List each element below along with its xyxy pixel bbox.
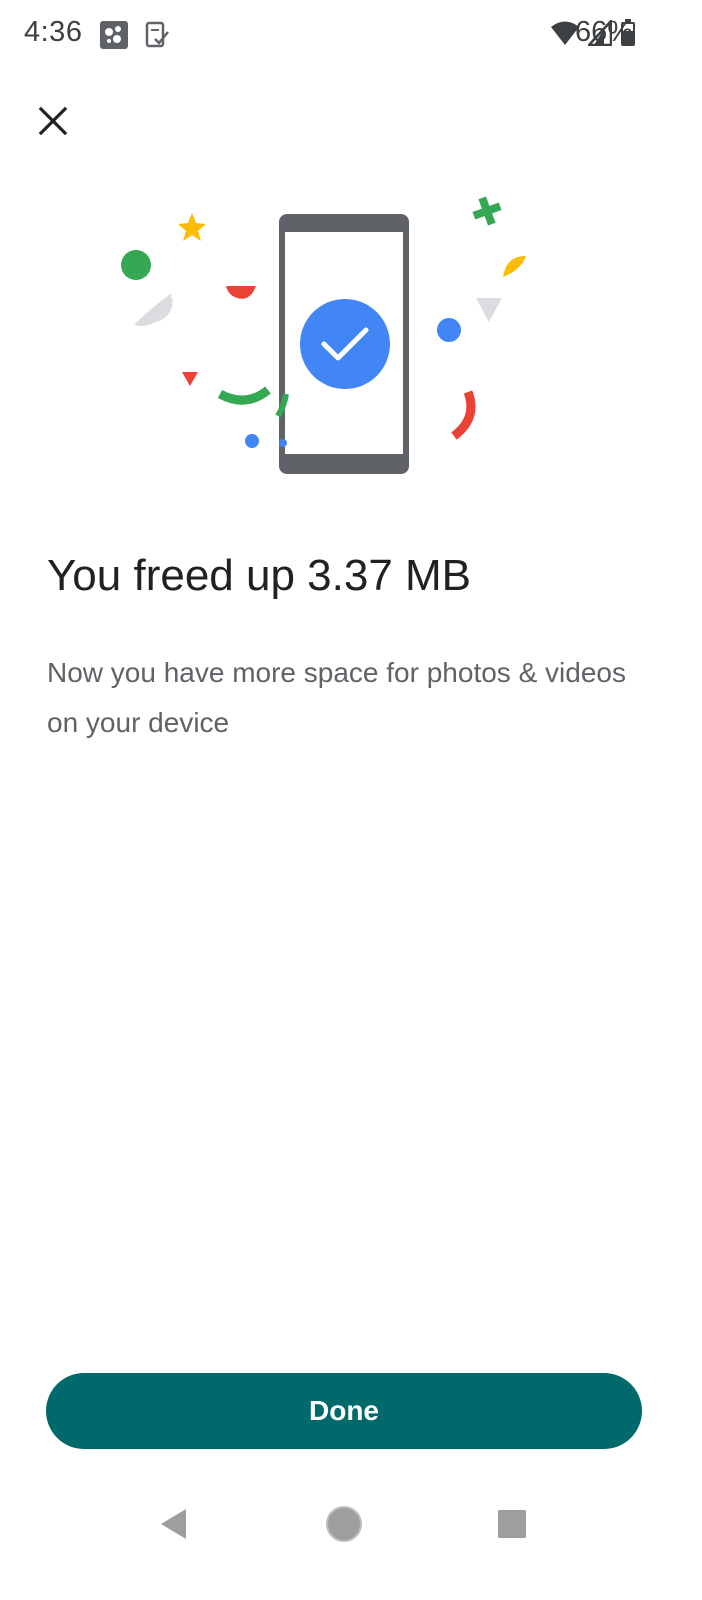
nav-recents-button[interactable]	[484, 1498, 540, 1554]
page-description: Now you have more space for photos & vid…	[47, 657, 626, 738]
game-notification-icon	[99, 20, 129, 50]
confetti-blue-small-dot	[245, 434, 259, 448]
confetti-gray-triangle	[476, 298, 502, 322]
confetti-green-arc	[217, 386, 271, 405]
close-icon[interactable]	[38, 106, 68, 141]
confetti-green-dot	[121, 250, 151, 280]
confetti-yellow-half	[503, 256, 526, 277]
confetti-red-triangle	[182, 372, 198, 386]
system-nav-bar	[0, 1480, 702, 1570]
check-circle-icon	[300, 299, 390, 389]
status-bar: 4:36 66%	[0, 0, 702, 70]
success-illustration	[100, 180, 560, 490]
confetti-red-arc	[451, 390, 476, 440]
confetti-red-half	[226, 286, 256, 299]
task-notification-icon	[142, 20, 172, 50]
home-icon[interactable]	[325, 1505, 363, 1548]
phone-check-confetti-illustration	[121, 196, 526, 474]
back-icon[interactable]	[158, 1507, 190, 1546]
page-title: You freed up 3.37 MB	[47, 551, 472, 600]
close-button[interactable]	[28, 98, 78, 148]
nav-back-button[interactable]	[146, 1498, 202, 1554]
nav-home-button[interactable]	[316, 1498, 372, 1554]
recents-icon[interactable]	[497, 1509, 527, 1544]
battery-percent: 66%	[575, 16, 634, 48]
status-time: 4:36	[24, 16, 83, 48]
confetti-green-cross	[472, 196, 502, 226]
done-button[interactable]: Done	[46, 1373, 642, 1449]
confetti-star	[178, 213, 206, 241]
confetti-blue-dot	[437, 318, 461, 342]
